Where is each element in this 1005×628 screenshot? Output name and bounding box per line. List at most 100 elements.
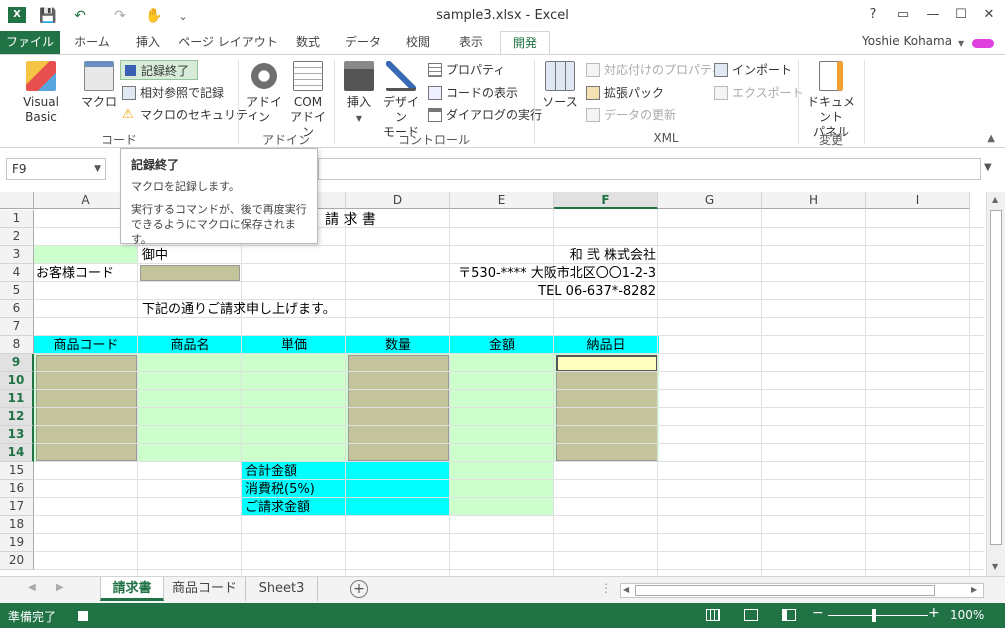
row-header[interactable]: 6	[0, 300, 34, 318]
tab-formulas[interactable]: 数式	[284, 31, 332, 54]
visual-basic-button[interactable]: Visual Basic	[6, 61, 76, 125]
header-product-code: 商品コード	[53, 338, 119, 353]
column-header[interactable]: H	[762, 192, 866, 209]
gear-icon	[249, 61, 279, 91]
row-header[interactable]: 5	[0, 282, 34, 300]
sheet-tab-product-code[interactable]: 商品コード	[164, 577, 246, 601]
zoom-slider-thumb[interactable]	[872, 609, 876, 622]
insert-dropdown-icon: ▼	[355, 114, 363, 123]
zoom-level[interactable]: 100%	[950, 608, 984, 622]
column-header[interactable]: F	[554, 192, 658, 209]
sheet-tab-invoice[interactable]: 請求書	[100, 577, 164, 601]
page-layout-view-icon[interactable]	[744, 609, 758, 621]
row-header[interactable]: 11	[0, 390, 34, 408]
row-header[interactable]: 20	[0, 552, 34, 570]
tab-file[interactable]: ファイル	[0, 31, 60, 54]
name-box[interactable]: F9 ▼	[6, 158, 106, 180]
refresh-data-button[interactable]: データの更新	[584, 105, 676, 125]
avatar[interactable]	[972, 39, 994, 48]
horizontal-scrollbar[interactable]: ◀ ▶	[620, 583, 984, 598]
row-header[interactable]: 14	[0, 444, 34, 462]
sheet-tab-sheet3[interactable]: Sheet3	[246, 577, 318, 601]
design-mode-button[interactable]: デザイン モード	[378, 61, 424, 140]
insert-control-button[interactable]: 挿入 ▼	[340, 61, 378, 126]
close-button[interactable]: ✕	[976, 4, 1002, 26]
name-box-dropdown-icon[interactable]: ▼	[94, 159, 101, 179]
tab-review[interactable]: 校閲	[394, 31, 442, 54]
macro-recording-icon[interactable]	[78, 611, 88, 621]
zoom-in-icon[interactable]: +	[928, 605, 940, 621]
relative-reference-button[interactable]: 相対参照で記録	[120, 83, 230, 103]
customer-code-label: お客様コード	[36, 266, 115, 281]
vertical-scroll-thumb[interactable]	[990, 210, 1002, 545]
column-header[interactable]: D	[346, 192, 450, 209]
row-header[interactable]: 2	[0, 228, 34, 246]
tab-view[interactable]: 表示	[446, 31, 496, 54]
document-panel-button[interactable]: ドキュメント パネル	[802, 61, 860, 140]
user-account[interactable]: Yoshie Kohama	[862, 34, 952, 48]
worksheet-grid[interactable]: ABCDEFGHI1234567891011121314151617181920…	[0, 192, 1005, 576]
formula-input[interactable]	[318, 158, 981, 180]
hscroll-right-icon[interactable]: ▶	[971, 585, 977, 594]
com-addin-button[interactable]: COM アドイン	[288, 61, 328, 140]
import-button[interactable]: インポート	[712, 60, 792, 80]
row-header[interactable]: 8	[0, 336, 34, 354]
select-all-corner[interactable]	[0, 192, 34, 209]
minimize-button[interactable]: —	[920, 4, 946, 26]
record-stop-button[interactable]: 記録終了	[120, 60, 198, 80]
horizontal-scroll-thumb[interactable]	[635, 585, 935, 596]
customer-code-input[interactable]	[140, 265, 240, 281]
row-header[interactable]: 19	[0, 534, 34, 552]
ribbon-display-options-button[interactable]: ▭	[890, 4, 916, 26]
new-sheet-icon[interactable]: +	[350, 580, 368, 598]
tab-developer[interactable]: 開発	[500, 31, 550, 55]
formula-bar-expand-icon[interactable]: ▼	[984, 162, 992, 173]
sheet-scroll-right-icon[interactable]: ▶	[56, 582, 64, 593]
active-cell-f9[interactable]	[556, 355, 658, 372]
row-header[interactable]: 9	[0, 354, 34, 372]
column-header[interactable]: E	[450, 192, 554, 209]
expansion-packs-button[interactable]: 拡張パック	[584, 83, 664, 103]
row-header[interactable]: 12	[0, 408, 34, 426]
macro-button[interactable]: マクロ	[80, 61, 118, 110]
user-dropdown-icon[interactable]: ▼	[958, 39, 964, 48]
maximize-button[interactable]: ☐	[948, 4, 974, 26]
row-header[interactable]: 18	[0, 516, 34, 534]
vertical-scrollbar[interactable]: ▲ ▼	[986, 192, 1005, 576]
tab-insert[interactable]: 挿入	[124, 31, 172, 54]
map-properties-button[interactable]: 対応付けのプロパティ	[584, 60, 723, 80]
addin-button[interactable]: アドイン	[244, 61, 284, 125]
zoom-out-icon[interactable]: −	[812, 605, 824, 621]
row-header[interactable]: 13	[0, 426, 34, 444]
column-header[interactable]: I	[866, 192, 970, 209]
tab-home[interactable]: ホーム	[64, 31, 120, 54]
page-break-view-icon[interactable]	[782, 609, 796, 621]
macro-security-button[interactable]: ⚠ マクロのセキュリティ	[120, 105, 259, 125]
row-header[interactable]: 17	[0, 498, 34, 516]
xml-source-button[interactable]: ソース	[540, 61, 580, 110]
sheet-scroll-left-icon[interactable]: ◀	[28, 582, 36, 593]
row-header[interactable]: 3	[0, 246, 34, 264]
tab-data[interactable]: データ	[336, 31, 390, 54]
row-header[interactable]: 7	[0, 318, 34, 336]
row-header[interactable]: 10	[0, 372, 34, 390]
company-address: 〒530-**** 大阪市北区〇〇1-2-3	[458, 266, 656, 281]
normal-view-icon[interactable]	[706, 609, 720, 621]
sheet-splitter-icon[interactable]: ⋮	[600, 581, 612, 595]
export-button[interactable]: エクスポート	[712, 83, 804, 103]
scroll-down-icon[interactable]: ▼	[992, 562, 998, 571]
view-code-button[interactable]: コードの表示	[426, 83, 518, 103]
collapse-ribbon-icon[interactable]: ▲	[987, 133, 995, 144]
column-header[interactable]: G	[658, 192, 762, 209]
row-header[interactable]: 15	[0, 462, 34, 480]
row-header[interactable]: 1	[0, 210, 34, 228]
row-header[interactable]: 16	[0, 480, 34, 498]
hscroll-left-icon[interactable]: ◀	[623, 585, 629, 594]
zoom-slider[interactable]	[828, 615, 928, 616]
row-header[interactable]: 4	[0, 264, 34, 282]
run-dialog-button[interactable]: ダイアログの実行	[426, 105, 542, 125]
tab-page-layout[interactable]: ページ レイアウト	[176, 31, 280, 54]
properties-button[interactable]: プロパティ	[426, 60, 505, 80]
help-button[interactable]: ?	[860, 4, 886, 26]
scroll-up-icon[interactable]: ▲	[992, 195, 998, 204]
